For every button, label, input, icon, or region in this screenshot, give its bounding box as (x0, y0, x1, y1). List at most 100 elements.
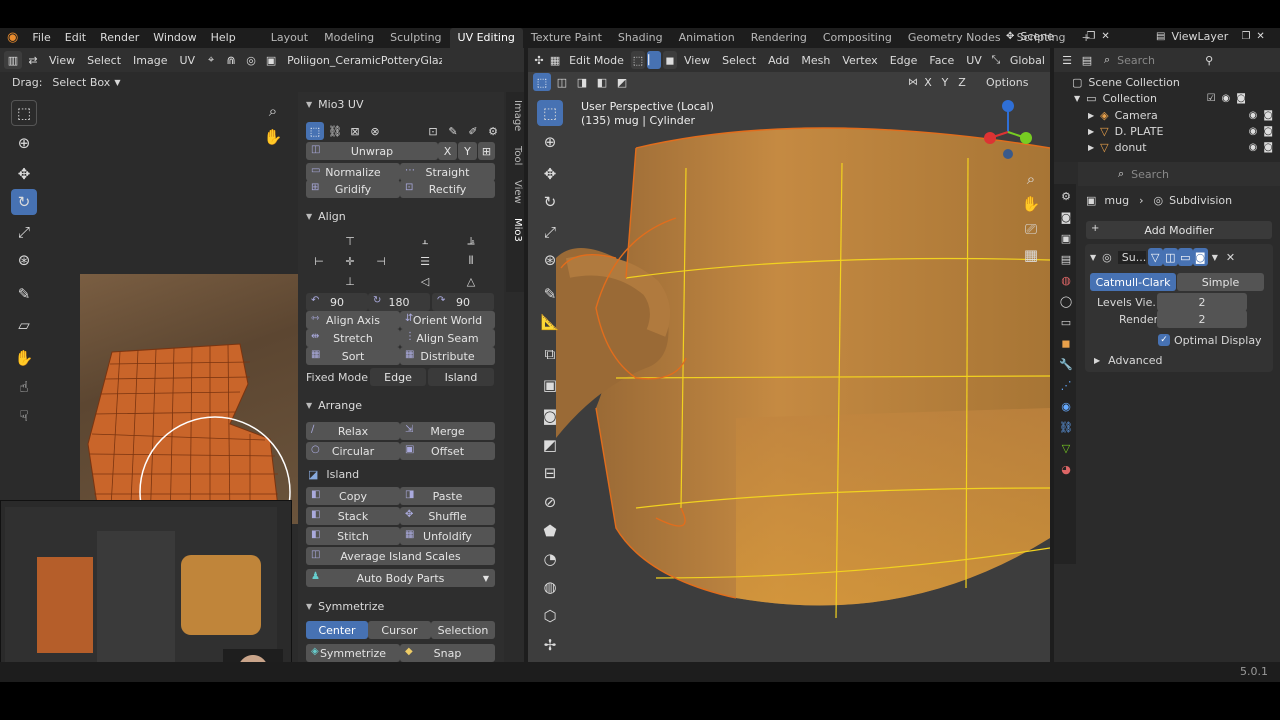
modifier-name[interactable]: Su... (1117, 250, 1146, 264)
scene-collection-row[interactable]: ▢ Scene Collection (1072, 74, 1180, 90)
merge-button[interactable]: ⇲ Merge (400, 422, 495, 440)
eye-icon[interactable]: ◉ (1249, 110, 1258, 121)
uv-menu-uv[interactable]: UV (175, 54, 201, 67)
settings-gear-icon[interactable]: ⚙ (484, 122, 502, 140)
viewport-editor-icon[interactable]: ✣ (532, 51, 546, 69)
vp-polybuild-tool[interactable]: ⬟ (537, 518, 563, 544)
vp-spin-tool[interactable]: ◔ (537, 546, 563, 572)
new-view-layer-icon[interactable]: ❐ (1241, 31, 1250, 42)
unwrap-y-button[interactable]: Y (458, 142, 477, 160)
eye-icon[interactable]: ◉ (1249, 126, 1258, 137)
fixed-mode-edge[interactable]: Edge (370, 368, 426, 386)
unfoldify-button[interactable]: ▦ Unfoldify (400, 527, 495, 545)
vp-extrude-tool[interactable]: ▣ (537, 372, 563, 398)
view-layer-name[interactable]: ViewLayer (1171, 30, 1235, 43)
camera-render-icon[interactable]: ◙ (1263, 142, 1273, 153)
eye-icon[interactable]: ◉ (1249, 142, 1258, 153)
vp-transform-tool[interactable]: ⊛ (537, 247, 563, 273)
vp-select-box-tool[interactable]: ⬚ (537, 100, 563, 126)
scene-tab-icon[interactable]: ◍ (1061, 274, 1071, 287)
sidebar-tab-tool[interactable]: Tool (507, 146, 523, 165)
close-icon[interactable]: ✕ (1226, 251, 1235, 264)
face-mode-icon[interactable]: ⊠ (346, 122, 364, 140)
vp-menu-edge[interactable]: Edge (885, 54, 923, 67)
sort-button[interactable]: ▦ Sort (306, 347, 400, 365)
image-browse-icon[interactable]: ▣ (262, 51, 280, 69)
vp-edge-slide-tool[interactable]: ⬡ (537, 603, 563, 629)
vp-inset-tool[interactable]: ◙ (537, 403, 563, 429)
vp-camera-icon[interactable]: ⎚ (1018, 216, 1044, 242)
grab-tool[interactable]: ✋ (11, 345, 37, 371)
unwrap-x-button[interactable]: X (438, 142, 457, 160)
menu-edit[interactable]: Edit (58, 28, 93, 48)
particles-tab-icon[interactable]: ⋰ (1061, 379, 1072, 392)
uv-menu-view[interactable]: View (44, 54, 80, 67)
catmull-clark-button[interactable]: Catmull-Clark (1090, 273, 1176, 291)
drag-select[interactable]: Select Box (52, 76, 110, 89)
vp-menu-face[interactable]: Face (924, 54, 959, 67)
simple-button[interactable]: Simple (1177, 273, 1264, 291)
tab-shading[interactable]: Shading (610, 28, 671, 48)
collapse-icon[interactable]: ▼ (1090, 253, 1096, 262)
uv-menu-image[interactable]: Image (128, 54, 172, 67)
material-tab-icon[interactable]: ◕ (1061, 463, 1071, 476)
camera-render-icon[interactable]: ◙ (1263, 126, 1273, 137)
align-center-icon[interactable]: ✛ (341, 252, 359, 270)
select-box-tool[interactable]: ⬚ (11, 100, 37, 126)
checkbox-icon[interactable]: ☑ (1207, 93, 1216, 104)
orientation-dropdown[interactable]: Global (1005, 54, 1050, 67)
eye-icon[interactable]: ◉ (1222, 93, 1231, 104)
face-select-icon[interactable]: ◼ (662, 51, 678, 69)
data-tab-icon[interactable]: ▽ (1062, 442, 1070, 455)
vp-smooth-tool[interactable]: ◍ (537, 574, 563, 600)
outliner-item-plate[interactable]: ▶ ▽ D. PLATE ◉ ◙ (1088, 123, 1274, 139)
align-axis-button[interactable]: ⇿ Align Axis (306, 311, 400, 329)
collection-tab-icon[interactable]: ▭ (1061, 316, 1071, 329)
uv-islands[interactable] (80, 274, 300, 524)
vp-pan-icon[interactable]: ✋ (1018, 191, 1044, 217)
vp-shrink-tool[interactable]: ✢ (537, 632, 563, 658)
outliner-item-collection[interactable]: ▼ ▭ Collection ☑ ◉ ◙ (1074, 90, 1274, 106)
modifier-tab-icon[interactable]: 🔧 (1059, 358, 1073, 371)
arrange-panel-header[interactable]: ▼ Arrange (300, 396, 500, 414)
physics-tab-icon[interactable]: ◉ (1061, 400, 1071, 413)
rotate-tool[interactable]: ↻ (11, 189, 37, 215)
vp-menu-add[interactable]: Add (763, 54, 794, 67)
align-bottom-icon[interactable]: ⊥ (341, 272, 359, 290)
cursor-tool[interactable]: ⊕ (11, 130, 37, 156)
tab-geometry-nodes[interactable]: Geometry Nodes (900, 28, 1009, 48)
render-levels-field[interactable]: 2 (1157, 310, 1247, 328)
rotate-180-button[interactable]: ↻ 180 (368, 293, 430, 311)
proportional-icon[interactable]: ◎ (242, 51, 260, 69)
annotate-tool[interactable]: ✎ (11, 281, 37, 307)
stack-button[interactable]: ◧ Stack (306, 507, 400, 525)
tri-up-icon[interactable]: △ (462, 272, 480, 290)
vp-menu-select[interactable]: Select (717, 54, 761, 67)
select-new-icon[interactable]: ⬚ (533, 73, 551, 91)
pin-icon[interactable]: ✎ (444, 122, 462, 140)
tool-tab-icon[interactable]: ⚙ (1061, 190, 1071, 203)
island-mode-icon[interactable]: ⊗ (366, 122, 384, 140)
rectify-button[interactable]: ⊡ Rectify (400, 180, 495, 198)
menu-file[interactable]: File (25, 28, 57, 48)
world-tab-icon[interactable]: ◯ (1060, 295, 1072, 308)
tab-uv-editing[interactable]: UV Editing (449, 28, 523, 48)
pinch-tool[interactable]: ☟ (11, 403, 37, 429)
vp-knife-tool[interactable]: ⊘ (537, 489, 563, 515)
select-extend-icon[interactable]: ◫ (553, 73, 571, 91)
tab-animation[interactable]: Animation (671, 28, 743, 48)
circular-button[interactable]: ○ Circular (306, 442, 400, 460)
offset-button[interactable]: ▣ Offset (400, 442, 495, 460)
image-name[interactable]: Poliigon_CeramicPotteryGlazed_10 (282, 54, 442, 67)
straight-button[interactable]: ⋯ Straight (400, 163, 495, 181)
camera-render-icon[interactable]: ◙ (1236, 93, 1246, 104)
stretch-button[interactable]: ⇹ Stretch (306, 329, 400, 347)
paste-button[interactable]: ◨ Paste (400, 487, 495, 505)
align-panel-header[interactable]: ▼ Align (300, 207, 500, 225)
pivot-icon[interactable]: ⌖ (202, 51, 220, 69)
constraints-tab-icon[interactable]: ⛓ (1059, 421, 1073, 434)
mio3-panel-header[interactable]: ▼ Mio3 UV (300, 95, 500, 113)
view-layer-tab-icon[interactable]: ▤ (1061, 253, 1071, 266)
sidebar-tab-image[interactable]: Image (507, 100, 523, 131)
vp-menu-uv[interactable]: UV (961, 54, 987, 67)
